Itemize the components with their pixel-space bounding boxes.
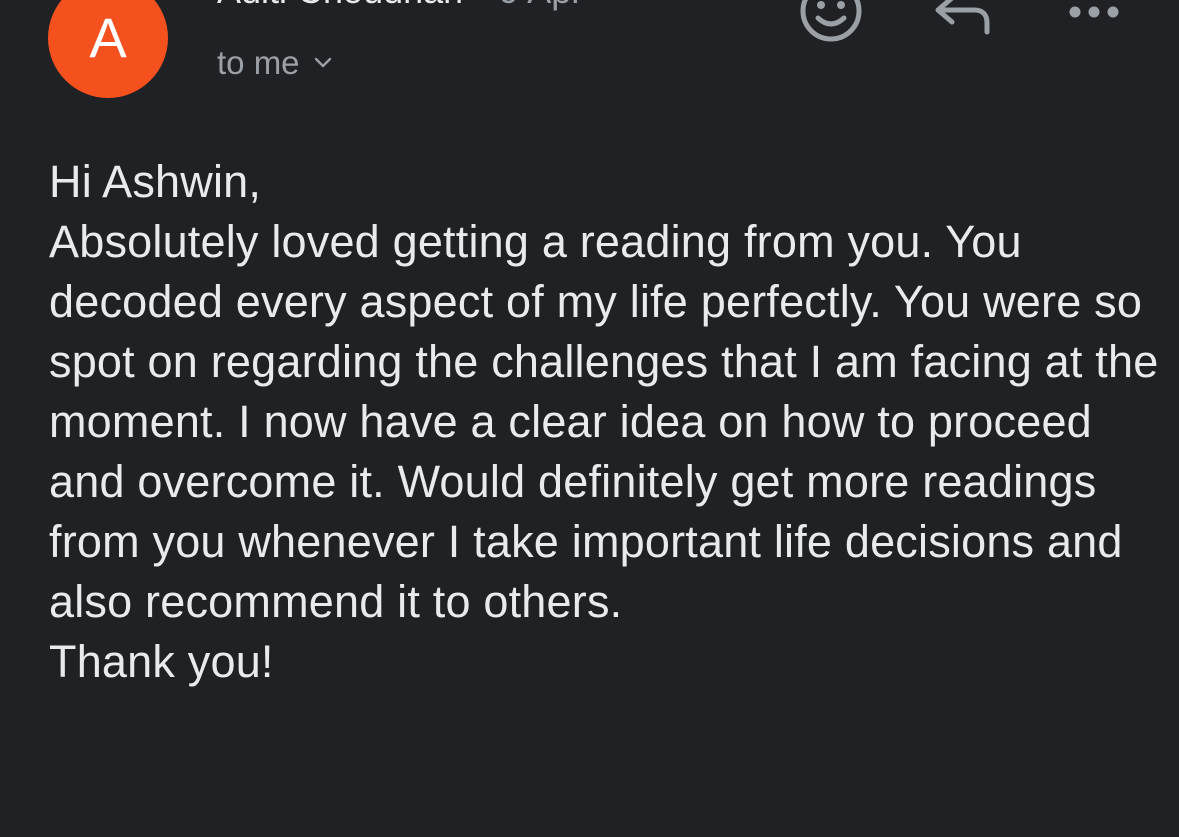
recipient-label: to me [217,44,300,81]
avatar-letter: A [89,6,127,69]
more-options-button[interactable] [1066,2,1122,27]
reply-button[interactable] [932,0,994,41]
message-closing: Thank you! [49,636,274,687]
sender-header: Aditi Choudhari 9 Apr [217,0,583,12]
emoji-reaction-icon [800,0,862,42]
chevron-down-icon [314,57,331,68]
message-date: 9 Apr [499,0,583,11]
emoji-reaction-button[interactable] [798,0,864,49]
message-body: Hi Ashwin, Absolutely loved getting a re… [49,152,1159,692]
reply-icon [935,0,990,35]
more-options-icon [1069,6,1119,18]
message-greeting: Hi Ashwin, [49,156,262,207]
sender-avatar[interactable]: A [48,0,168,98]
sender-name[interactable]: Aditi Choudhari [217,0,463,11]
recipient-details-toggle[interactable]: to me [217,44,332,82]
message-paragraph: Absolutely loved getting a reading from … [49,216,1159,627]
